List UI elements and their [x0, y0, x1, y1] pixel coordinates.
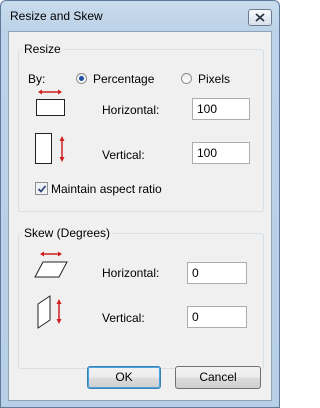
- resize-skew-dialog: Resize and Skew Resize By: Percentage Pi…: [0, 0, 280, 408]
- by-label: By:: [28, 72, 46, 86]
- maintain-aspect-label: Maintain aspect ratio: [51, 182, 162, 196]
- skew-horizontal-label: Horizontal:: [102, 266, 160, 280]
- skew-vertical-input[interactable]: [187, 306, 247, 328]
- ok-button[interactable]: OK: [87, 366, 161, 389]
- skew-vertical-label: Vertical:: [102, 311, 145, 325]
- skew-legend: Skew (Degrees): [24, 226, 111, 240]
- resize-vertical-icon: [35, 133, 65, 164]
- resize-horizontal-label: Horizontal:: [102, 103, 160, 117]
- resize-horizontal-input[interactable]: [192, 98, 250, 120]
- dialog-title: Resize and Skew: [10, 9, 103, 23]
- title-bar[interactable]: Resize and Skew: [1, 1, 279, 31]
- pixels-radio-dot[interactable]: [181, 73, 192, 84]
- resize-legend: Resize: [24, 42, 61, 56]
- percentage-radio[interactable]: Percentage: [76, 72, 166, 86]
- skew-horizontal-input[interactable]: [187, 262, 247, 284]
- resize-horizontal-icon: [36, 89, 65, 116]
- skew-horizontal-icon: [34, 251, 68, 278]
- percentage-label: Percentage: [93, 72, 155, 86]
- close-icon: [255, 13, 265, 22]
- maintain-aspect-checkbox[interactable]: Maintain aspect ratio: [35, 182, 195, 197]
- pixels-label: Pixels: [198, 72, 231, 86]
- percentage-radio-dot[interactable]: [76, 73, 87, 84]
- dialog-body: Resize By: Percentage Pixels Horizontal:: [8, 31, 272, 401]
- resize-vertical-input[interactable]: [192, 142, 250, 164]
- maintain-aspect-box[interactable]: [35, 182, 48, 195]
- resize-vertical-label: Vertical:: [102, 148, 145, 162]
- skew-vertical-icon: [37, 295, 62, 329]
- cancel-button[interactable]: Cancel: [175, 366, 261, 389]
- close-button[interactable]: [248, 9, 272, 26]
- pixels-radio[interactable]: Pixels: [181, 72, 251, 86]
- checkmark-icon: [37, 185, 47, 193]
